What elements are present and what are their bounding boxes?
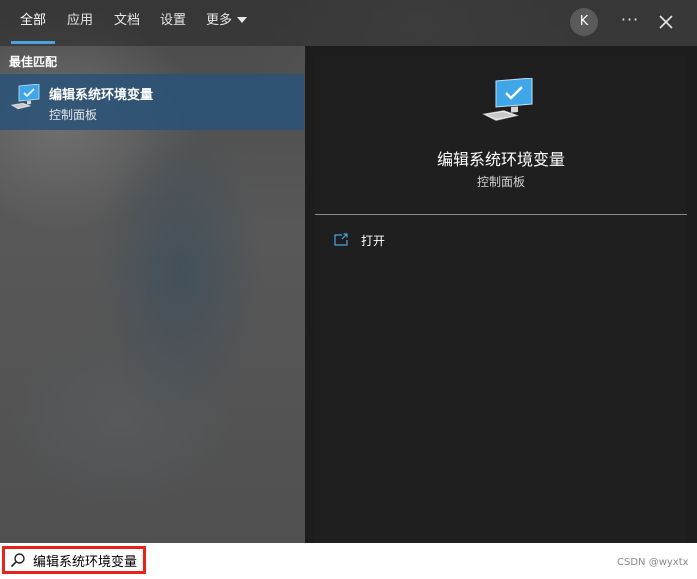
chevron-down-icon [237, 16, 248, 23]
preview-subtitle: 控制面板 [476, 175, 525, 189]
avatar[interactable]: K [570, 8, 598, 36]
best-match-result[interactable]: 编辑系统环境变量 控制面板 [0, 74, 304, 130]
tab-bar: 全部 应用 文档 设置 更多 K ··· [0, 0, 697, 46]
open-window-icon [334, 233, 348, 246]
more-options-button[interactable]: ··· [618, 8, 642, 36]
open-label: 打开 [361, 234, 386, 248]
computer-monitor-icon [10, 84, 40, 110]
divider [315, 214, 687, 215]
active-tab-indicator [11, 41, 55, 44]
tab-settings[interactable]: 设置 [160, 0, 186, 46]
close-button[interactable] [654, 8, 678, 36]
best-match-title: 编辑系统环境变量 [49, 88, 154, 103]
search-window: 全部 应用 文档 设置 更多 K ··· 最佳匹配 编辑系统环境变量 控制面板 [0, 0, 697, 579]
tab-all[interactable]: 全部 [20, 0, 46, 46]
watermark: CSDN @wyxtx [617, 557, 689, 568]
tab-more[interactable]: 更多 [206, 0, 248, 46]
preview-pane: 编辑系统环境变量 控制面板 打开 [305, 46, 697, 543]
preview-title: 编辑系统环境变量 [436, 150, 565, 169]
tab-all-label: 全部 [20, 13, 47, 28]
preview-panel: 编辑系统环境变量 控制面板 打开 [315, 56, 687, 543]
tab-documents-label: 文档 [114, 13, 141, 28]
open-action[interactable]: 打开 [333, 230, 533, 252]
tab-documents[interactable]: 文档 [114, 0, 140, 46]
tab-apps-label: 应用 [67, 13, 94, 28]
search-icon [10, 553, 25, 568]
search-input[interactable] [33, 547, 593, 573]
close-icon [659, 15, 673, 29]
section-title: 最佳匹配 [9, 55, 58, 69]
tab-more-label: 更多 [206, 13, 233, 28]
text-caret [143, 549, 144, 569]
best-match-subtitle: 控制面板 [49, 108, 98, 122]
computer-monitor-icon [482, 78, 533, 121]
tab-settings-label: 设置 [160, 13, 187, 28]
tab-apps[interactable]: 应用 [67, 0, 93, 46]
